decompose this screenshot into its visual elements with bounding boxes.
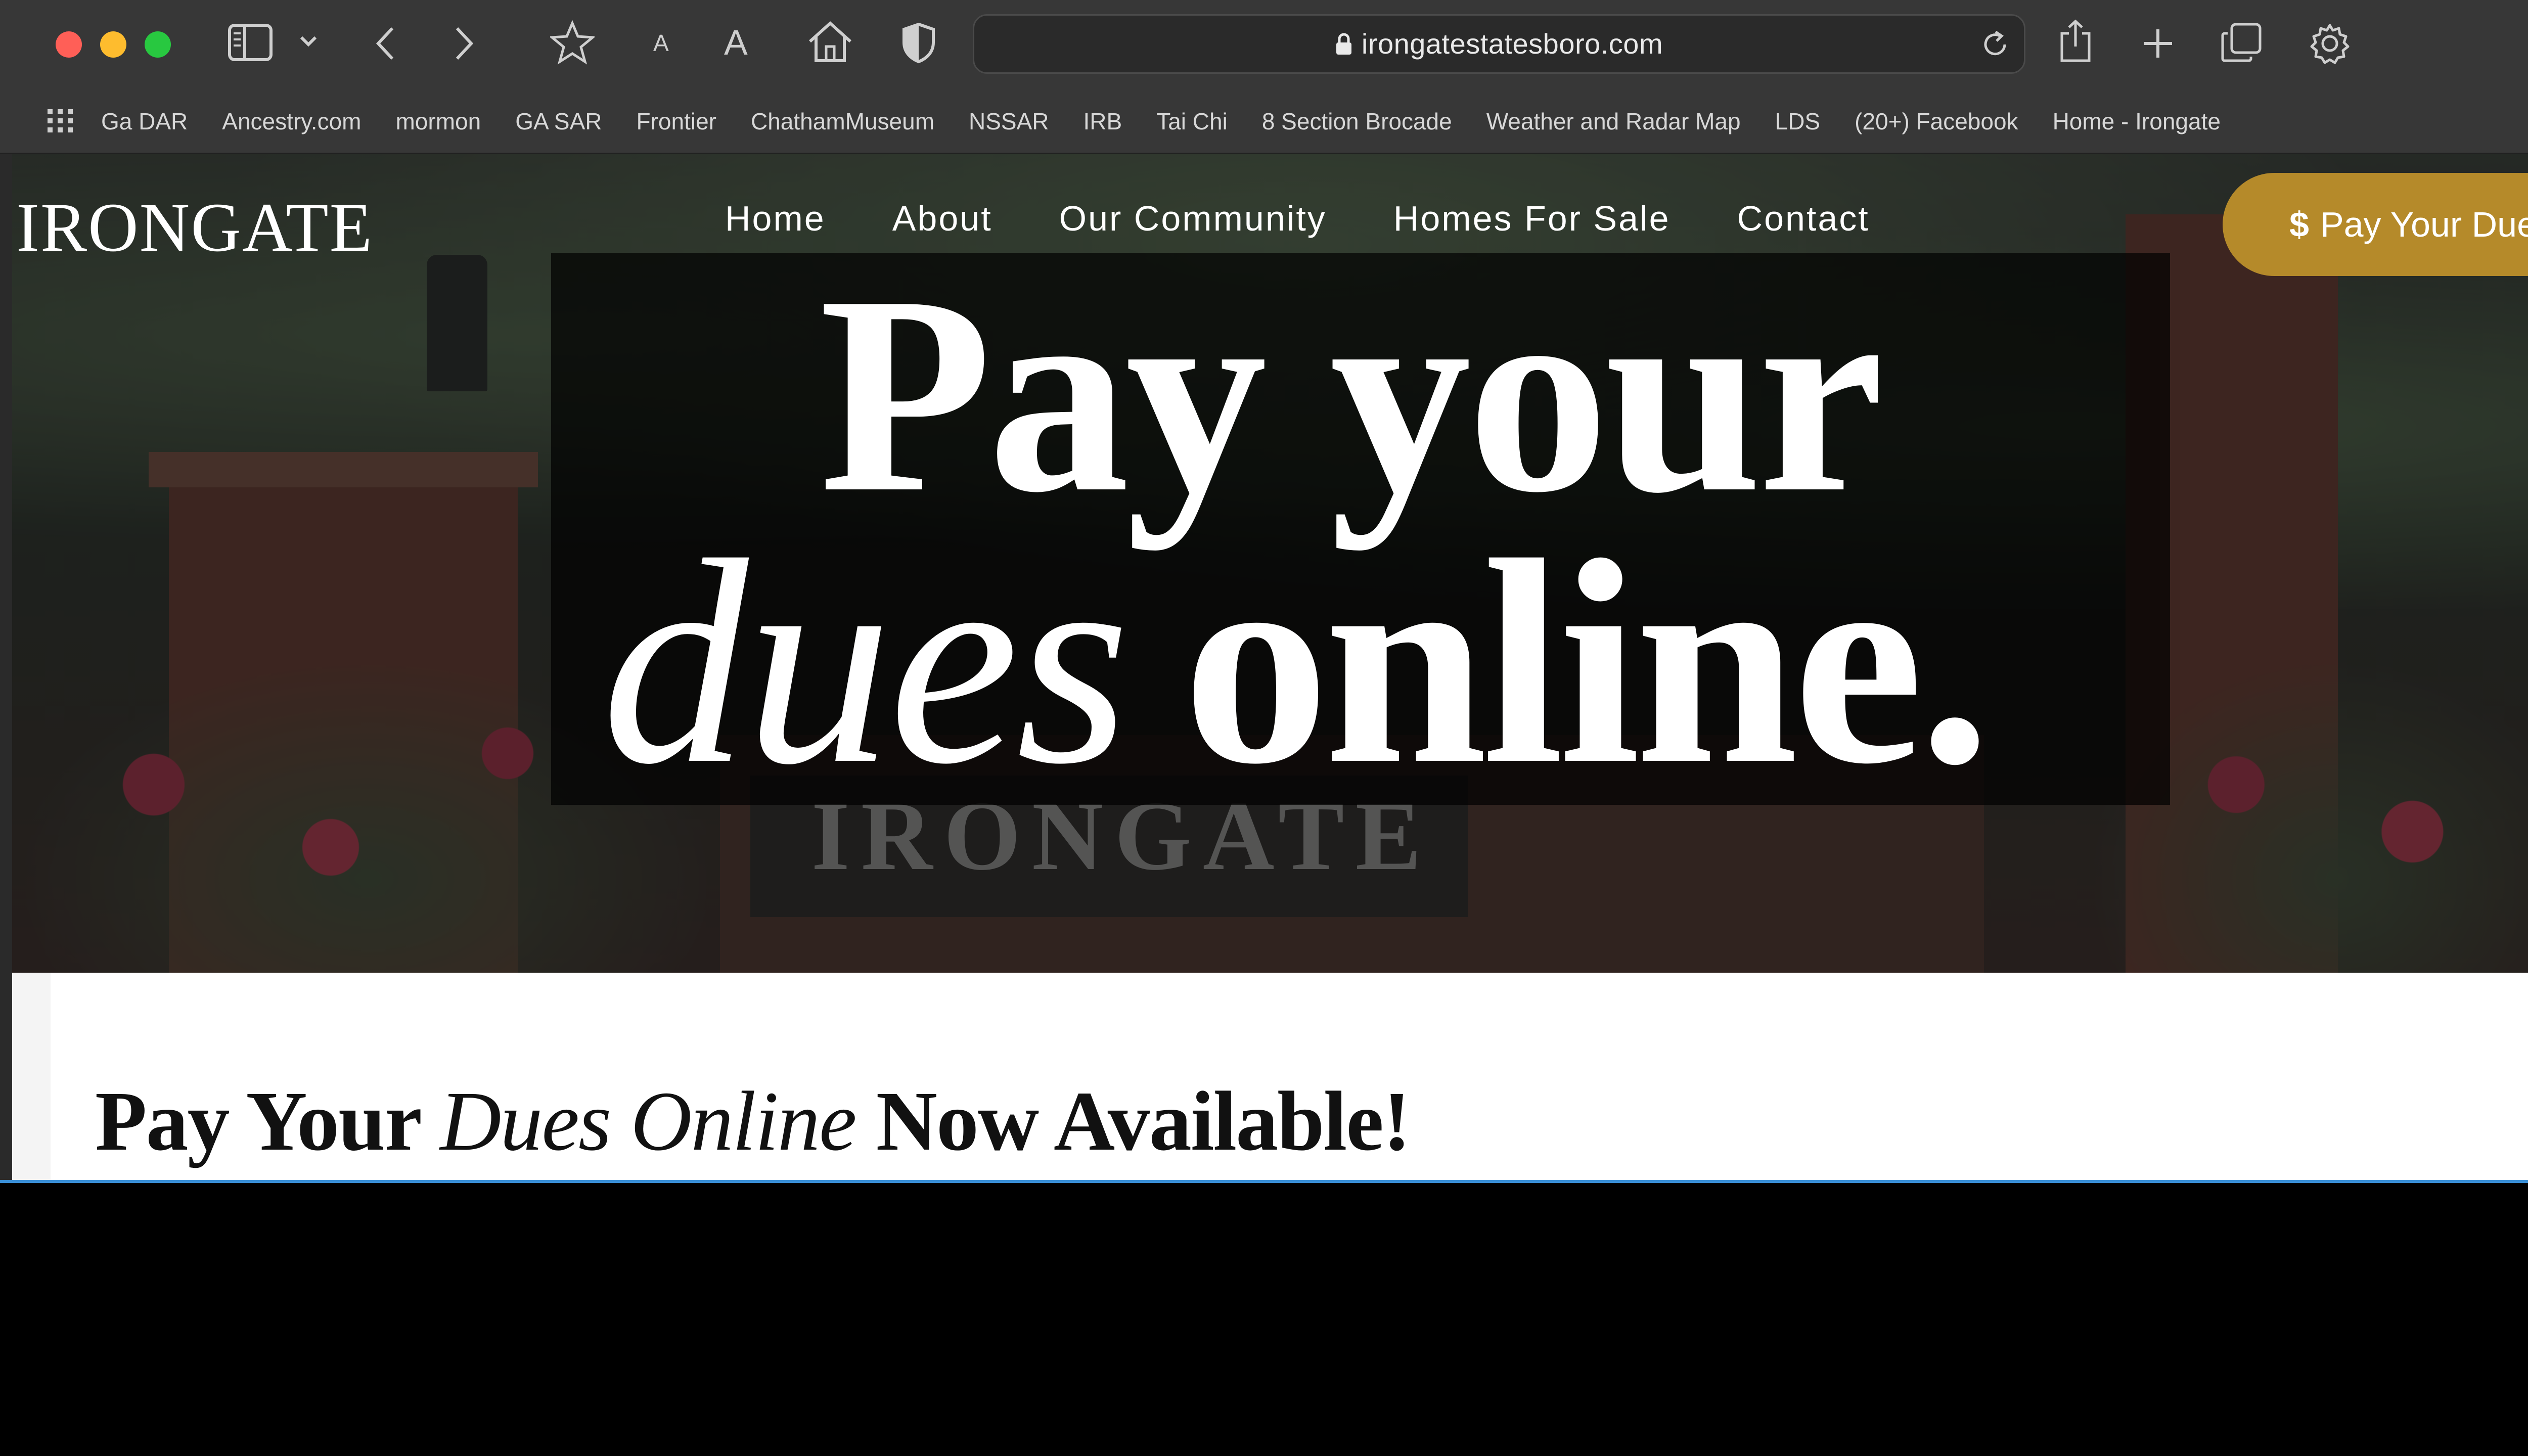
- bookmark-item[interactable]: IRB: [1084, 108, 1122, 135]
- address-bar[interactable]: irongatestatesboro.com: [973, 14, 2025, 74]
- back-icon[interactable]: [374, 26, 396, 61]
- shield-icon[interactable]: [901, 22, 936, 64]
- bookmark-item[interactable]: NSSAR: [969, 108, 1049, 135]
- nav-homes-for-sale[interactable]: Homes For Sale: [1393, 198, 1671, 239]
- close-window-button[interactable]: [56, 31, 82, 58]
- minimize-window-button[interactable]: [100, 31, 126, 58]
- headline-part-2: Now Available!: [855, 1074, 1411, 1168]
- banner-line-2: dues online.: [602, 516, 1992, 805]
- site-logo[interactable]: IRONGATE: [16, 187, 373, 267]
- home-icon[interactable]: [807, 20, 853, 64]
- hero-section: IRONGATE Pay your dues online. IRONGATE H…: [12, 154, 2528, 973]
- share-icon[interactable]: [2058, 18, 2093, 64]
- text-smaller-icon[interactable]: A: [653, 29, 669, 57]
- sidebar-icon[interactable]: [228, 23, 273, 62]
- banner-line-1: Pay your: [819, 253, 1884, 551]
- web-page: IRONGATE Pay your dues online. IRONGATE H…: [12, 154, 2528, 1183]
- lock-icon: [1335, 18, 1352, 74]
- nav-about[interactable]: About: [892, 198, 992, 239]
- reload-icon[interactable]: [1980, 30, 2010, 62]
- page-headline: Pay Your Dues Online Now Available!: [95, 1073, 1411, 1170]
- bookmark-item[interactable]: Frontier: [637, 108, 716, 135]
- new-tab-icon[interactable]: [2142, 27, 2174, 60]
- bookmark-item[interactable]: Ga DAR: [101, 108, 188, 135]
- headline-part-1: Pay Your: [95, 1074, 440, 1168]
- bookmark-item[interactable]: mormon: [395, 108, 481, 135]
- pay-dues-button[interactable]: $ Pay Your Dues: [2223, 173, 2528, 276]
- banner-bold-word: online.: [1183, 500, 1992, 805]
- nav-our-community[interactable]: Our Community: [1059, 198, 1327, 239]
- banner-italic-word: dues: [602, 500, 1130, 805]
- chevron-down-icon[interactable]: [299, 35, 318, 48]
- main-nav: Home About Our Community Homes For Sale …: [725, 198, 1870, 239]
- browser-window: A A irongatestatesboro.com Ga DAR Ancest…: [0, 0, 2528, 1183]
- nav-home[interactable]: Home: [725, 198, 826, 239]
- bookmark-item[interactable]: GA SAR: [515, 108, 602, 135]
- settings-gear-icon[interactable]: [2309, 22, 2351, 65]
- bookmark-item[interactable]: (20+) Facebook: [1855, 108, 2018, 135]
- bookmark-item[interactable]: ChathamMuseum: [751, 108, 934, 135]
- apps-grid-icon[interactable]: [46, 107, 76, 138]
- window-bottom-edge: [0, 1180, 2528, 1183]
- url-text: irongatestatesboro.com: [1361, 28, 1663, 60]
- pay-dues-label: Pay Your Dues: [2320, 205, 2528, 244]
- bookmark-item[interactable]: Ancestry.com: [222, 108, 361, 135]
- bookmark-item[interactable]: Tai Chi: [1156, 108, 1228, 135]
- bookmarks-bar: Ga DAR Ancestry.com mormon GA SAR Fronti…: [0, 89, 2528, 154]
- text-larger-icon[interactable]: A: [724, 22, 748, 63]
- nav-contact[interactable]: Contact: [1737, 198, 1870, 239]
- tabs-overview-icon[interactable]: [2221, 22, 2262, 64]
- headline-italic: Dues Online: [440, 1074, 857, 1168]
- forward-icon[interactable]: [453, 26, 475, 61]
- hero-banner: Pay your dues online.: [551, 253, 2170, 805]
- bookmark-item[interactable]: LDS: [1775, 108, 1820, 135]
- bookmark-item[interactable]: Home - Irongate: [2053, 108, 2221, 135]
- bookmark-item[interactable]: Weather and Radar Map: [1486, 108, 1741, 135]
- content-gutter: [12, 973, 51, 1183]
- browser-toolbar: A A irongatestatesboro.com: [0, 0, 2528, 89]
- zoom-window-button[interactable]: [145, 31, 171, 58]
- bookmark-list: Ga DAR Ancestry.com mormon GA SAR Fronti…: [101, 89, 2221, 154]
- window-edge: [0, 154, 12, 1183]
- bookmark-item[interactable]: 8 Section Brocade: [1262, 108, 1452, 135]
- dollar-icon: $: [2289, 205, 2309, 244]
- star-icon[interactable]: [550, 20, 595, 65]
